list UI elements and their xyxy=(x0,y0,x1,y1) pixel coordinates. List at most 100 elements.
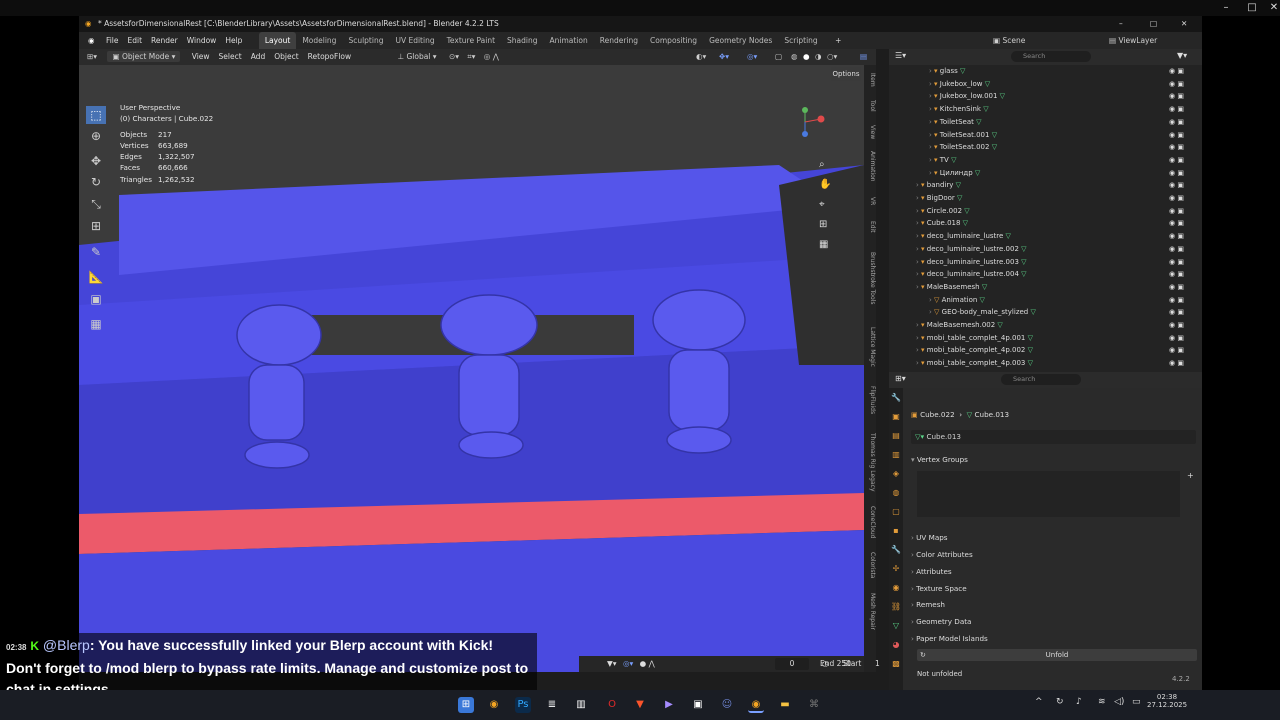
tab-compositing[interactable]: Compositing xyxy=(644,32,703,49)
keying-icon[interactable]: ◎▾ xyxy=(623,659,633,668)
texture-tab-icon[interactable]: ▩ xyxy=(889,654,903,673)
win-close-icon[interactable]: ✕ xyxy=(1181,16,1187,32)
outliner-row[interactable]: › ▾ MaleBasemesh.002 ▽ xyxy=(916,319,1003,332)
visibility-eye-icon[interactable]: ◉ ▣ xyxy=(1169,219,1184,227)
visibility-eye-icon[interactable]: ◉ ▣ xyxy=(1169,105,1184,113)
outliner-row[interactable]: › ▾ glass ▽ xyxy=(929,65,965,78)
brave-icon[interactable]: ▼ xyxy=(632,697,648,713)
pivot-icon[interactable]: ⊙▾ xyxy=(449,52,459,61)
tab-rendering[interactable]: Rendering xyxy=(594,32,644,49)
outliner-row[interactable]: › ▾ ToiletSeat ▽ xyxy=(929,116,982,129)
outliner-row[interactable]: › ▾ KitchenSink ▽ xyxy=(929,103,989,116)
extra-tool-icon[interactable]: ▦ xyxy=(86,315,106,333)
render-tab-icon[interactable]: ▣ xyxy=(889,407,903,426)
visibility-eye-icon[interactable]: ◉ ▣ xyxy=(1169,321,1184,329)
cursor-tool-icon[interactable]: ⊕ xyxy=(86,127,106,145)
visibility-eye-icon[interactable]: ◉ ▣ xyxy=(1169,156,1184,164)
tab-animation[interactable]: Animation xyxy=(543,32,593,49)
outliner-row[interactable]: › ▾ mobi_table_complet_4p.001 ▽ xyxy=(916,332,1033,345)
tray-sync-icon[interactable]: ↻ xyxy=(1056,697,1064,707)
menu-render[interactable]: Render xyxy=(151,32,178,49)
particles-tab-icon[interactable]: ✢ xyxy=(889,559,903,578)
outliner-row[interactable]: › ▾ Jukebox_low ▽ xyxy=(929,78,990,91)
blender-active-icon[interactable]: ◉ xyxy=(748,697,764,713)
viewport-menu-view[interactable]: View xyxy=(192,49,210,65)
menu-window[interactable]: Window xyxy=(187,32,217,49)
outliner-row[interactable]: › ▾ BigDoor ▽ xyxy=(916,192,962,205)
win-minimize-icon[interactable]: – xyxy=(1119,16,1123,32)
app-icon[interactable]: ≣ xyxy=(544,697,560,713)
n-tab-thomas-rig-legacy[interactable]: Thomas Rig Legacy xyxy=(864,426,876,499)
viewlayer-selector[interactable]: ▤ ViewLayer xyxy=(1109,32,1157,49)
n-tab-lattice-magic[interactable]: Lattice Magic xyxy=(864,319,876,375)
navigation-gizmo[interactable] xyxy=(795,107,825,137)
tool-tab-icon[interactable]: 🔧 xyxy=(889,388,903,407)
n-tab-tool[interactable]: Tool xyxy=(864,95,876,117)
panel-geometry-data[interactable]: › Geometry Data xyxy=(911,617,971,626)
media-icon[interactable]: ▶ xyxy=(661,697,677,713)
material-tab-icon[interactable]: ◕ xyxy=(889,635,903,654)
visibility-eye-icon[interactable]: ◉ ▣ xyxy=(1169,181,1184,189)
outliner-editor-icon[interactable]: ☰▾ xyxy=(895,51,906,60)
shading-wireframe-icon[interactable]: ◍ xyxy=(791,49,798,65)
visibility-eye-icon[interactable]: ◉ ▣ xyxy=(1169,194,1184,202)
outliner-row[interactable]: › ▾ ToiletSeat.001 ▽ xyxy=(929,129,997,142)
n-tab-colorista[interactable]: Colorista xyxy=(864,546,876,585)
close-icon[interactable]: ✕ xyxy=(1262,0,1280,16)
tab-layout[interactable]: Layout xyxy=(258,32,297,49)
outliner-search-input[interactable]: Search xyxy=(1011,51,1091,62)
modifier-tab-icon[interactable]: 🔧 xyxy=(889,540,903,559)
visibility-eye-icon[interactable]: ◉ ▣ xyxy=(1169,334,1184,342)
collection-tab-icon[interactable]: ▢ xyxy=(889,502,903,521)
tab-sculpting[interactable]: Sculpting xyxy=(342,32,389,49)
snap-icon[interactable]: ⌗▾ xyxy=(467,52,475,61)
tab-texture-paint[interactable]: Texture Paint xyxy=(441,32,501,49)
viewport-menu-object[interactable]: Object xyxy=(274,49,298,65)
properties-search-input[interactable]: Search xyxy=(1001,374,1081,385)
pan-hand-icon[interactable]: ✋ xyxy=(819,179,831,190)
outliner-row[interactable]: › ▽ Animation ▽ xyxy=(929,294,985,307)
constraints-tab-icon[interactable]: ⛓ xyxy=(889,597,903,616)
grid-icon[interactable]: ▦ xyxy=(819,239,828,250)
discord-icon[interactable]: ☺ xyxy=(719,697,735,713)
tab-shading[interactable]: Shading xyxy=(501,32,543,49)
mesh-datablock-field[interactable]: ▽▾ Cube.013 xyxy=(911,430,1196,444)
outliner-row[interactable]: › ▾ mobi_table_complet_4p.003 ▽ xyxy=(916,357,1033,370)
visibility-eye-icon[interactable]: ◉ ▣ xyxy=(1169,270,1184,278)
tab-scripting[interactable]: Scripting xyxy=(778,32,823,49)
viewport-menu-retopoflow[interactable]: RetopoFlow xyxy=(308,49,352,65)
file-explorer-icon[interactable]: ▬ xyxy=(777,697,793,713)
visibility-eye-icon[interactable]: ◉ ▣ xyxy=(1169,245,1184,253)
rotate-tool-icon[interactable]: ↻ xyxy=(86,173,106,191)
current-frame-field[interactable]: 0 xyxy=(775,658,809,670)
minimize-icon[interactable]: – xyxy=(1214,0,1238,16)
transform-tool-icon[interactable]: ⊞ xyxy=(86,217,106,235)
add-workspace-button[interactable]: + xyxy=(835,32,841,49)
outliner-row[interactable]: › ▾ Cube.018 ▽ xyxy=(916,217,968,230)
add-vertex-group-icon[interactable]: + xyxy=(1187,471,1194,480)
menu-edit[interactable]: Edit xyxy=(128,32,143,49)
physics-tab-icon[interactable]: ◉ xyxy=(889,578,903,597)
outliner-row[interactable]: › ▾ bandiry ▽ xyxy=(916,179,961,192)
maximize-icon[interactable]: □ xyxy=(1240,0,1264,16)
system-clock[interactable]: 02:38 27.12.2025 xyxy=(1147,693,1187,709)
visibility-eye-icon[interactable]: ◉ ▣ xyxy=(1169,346,1184,354)
visibility-eye-icon[interactable]: ◉ ▣ xyxy=(1169,207,1184,215)
n-tab-animation[interactable]: Animation xyxy=(864,147,876,186)
timeline-filter-icon[interactable]: ▼▾ xyxy=(607,659,617,668)
editor-type-icon[interactable]: ⊞▾ xyxy=(87,52,97,61)
blender-menu-icon[interactable]: ◉ xyxy=(88,32,95,49)
proportional-edit-icon[interactable]: ◎ ⋀ xyxy=(484,52,499,61)
visibility-eye-icon[interactable]: ◉ ▣ xyxy=(1169,92,1184,100)
outliner-row[interactable]: › ▾ ToiletSeat.002 ▽ xyxy=(929,141,997,154)
3d-viewport[interactable]: User Perspective (0) Characters | Cube.0… xyxy=(79,65,864,672)
shading-solid-icon[interactable]: ● xyxy=(803,49,810,65)
end-frame-field[interactable]: 250 xyxy=(837,659,851,668)
move-tool-icon[interactable]: ✥ xyxy=(86,152,106,170)
n-tab-conecloud[interactable]: ConeCloud xyxy=(864,503,876,542)
tab-uv-editing[interactable]: UV Editing xyxy=(389,32,440,49)
outliner-row[interactable]: › ▾ deco_luminaire_lustre ▽ xyxy=(916,230,1011,243)
viewport-menu-select[interactable]: Select xyxy=(219,49,242,65)
vertex-groups-list[interactable] xyxy=(917,471,1180,517)
volume-icon[interactable]: ◁) xyxy=(1114,697,1124,707)
